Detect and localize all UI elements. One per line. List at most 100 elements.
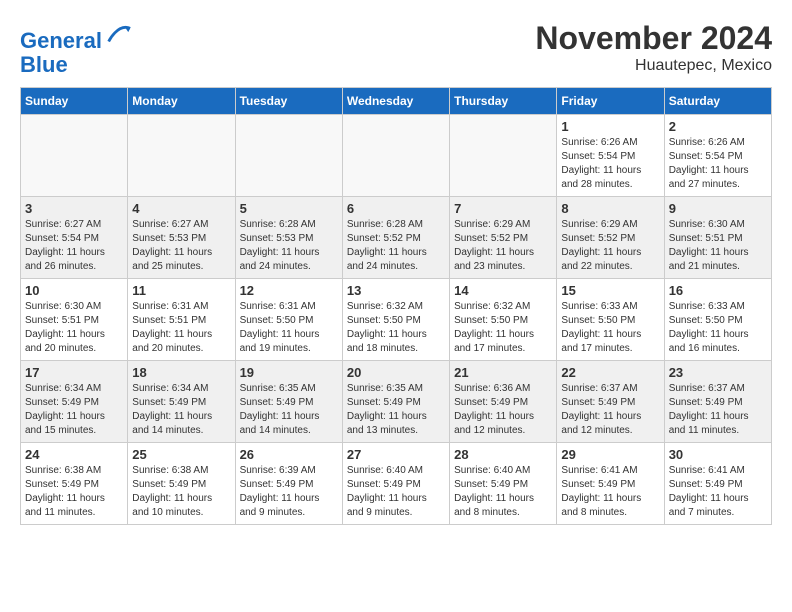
calendar-cell xyxy=(342,115,449,197)
calendar-cell: 6 Sunrise: 6:28 AM Sunset: 5:52 PM Daylig… xyxy=(342,197,449,279)
calendar-week-row: 10Sunrise: 6:30 AM Sunset: 5:51 PM Dayli… xyxy=(21,279,772,361)
day-info: Sunrise: 6:33 AM Sunset: 5:50 PM Dayligh… xyxy=(669,300,767,356)
calendar-cell: 3Sunrise: 6:27 AM Sunset: 5:54 PM Daylig… xyxy=(21,197,128,279)
day-info: Sunrise: 6:30 AM Sunset: 5:51 PM Dayligh… xyxy=(669,218,767,274)
calendar-cell: 5Sunrise: 6:28 AM Sunset: 5:53 PM Daylig… xyxy=(235,197,342,279)
calendar-cell: 13 Sunrise: 6:32 AM Sunset: 5:50 PM Dayli… xyxy=(342,279,449,361)
day-info: Sunrise: 6:29 AM Sunset: 5:52 PM Dayligh… xyxy=(561,218,659,274)
day-info: Sunrise: 6:26 AM Sunset: 5:54 PM Dayligh… xyxy=(561,136,659,192)
logo: General Blue xyxy=(20,20,132,77)
day-number: 26 xyxy=(240,447,338,462)
day-number: 9 xyxy=(669,201,767,216)
day-number: 8 xyxy=(561,201,659,216)
day-number: 11 xyxy=(132,283,230,298)
day-info: Sunrise: 6:34 AM Sunset: 5:49 PM Dayligh… xyxy=(25,382,123,438)
calendar-cell: 30 Sunrise: 6:41 AM Sunset: 5:49 PM Dayli… xyxy=(664,443,771,525)
day-number: 23 xyxy=(669,365,767,380)
day-number: 1 xyxy=(561,119,659,134)
calendar-cell: 11Sunrise: 6:31 AM Sunset: 5:51 PM Dayli… xyxy=(128,279,235,361)
calendar-cell: 26Sunrise: 6:39 AM Sunset: 5:49 PM Dayli… xyxy=(235,443,342,525)
weekday-header: Monday xyxy=(128,88,235,115)
calendar-cell: 25Sunrise: 6:38 AM Sunset: 5:49 PM Dayli… xyxy=(128,443,235,525)
title-block: November 2024 Huautepec, Mexico xyxy=(535,20,772,75)
calendar-cell: 24 Sunrise: 6:38 AM Sunset: 5:49 PM Dayli… xyxy=(21,443,128,525)
day-number: 16 xyxy=(669,283,767,298)
day-number: 29 xyxy=(561,447,659,462)
calendar-week-row: 24 Sunrise: 6:38 AM Sunset: 5:49 PM Dayli… xyxy=(21,443,772,525)
day-info: Sunrise: 6:35 AM Sunset: 5:49 PM Dayligh… xyxy=(240,382,338,438)
day-number: 30 xyxy=(669,447,767,462)
calendar-cell: 2Sunrise: 6:26 AM Sunset: 5:54 PM Daylig… xyxy=(664,115,771,197)
day-number: 6 xyxy=(347,201,445,216)
day-number: 12 xyxy=(240,283,338,298)
day-info: Sunrise: 6:32 AM Sunset: 5:50 PM Dayligh… xyxy=(454,300,552,356)
day-info: Sunrise: 6:36 AM Sunset: 5:49 PM Dayligh… xyxy=(454,382,552,438)
day-info: Sunrise: 6:35 AM Sunset: 5:49 PM Dayligh… xyxy=(347,382,445,438)
weekday-header: Friday xyxy=(557,88,664,115)
calendar-cell: 7 Sunrise: 6:29 AM Sunset: 5:52 PM Daylig… xyxy=(450,197,557,279)
calendar-cell: 1 Sunrise: 6:26 AM Sunset: 5:54 PM Daylig… xyxy=(557,115,664,197)
calendar-week-row: 17 Sunrise: 6:34 AM Sunset: 5:49 PM Dayli… xyxy=(21,361,772,443)
day-info: Sunrise: 6:33 AM Sunset: 5:50 PM Dayligh… xyxy=(561,300,659,356)
day-number: 17 xyxy=(25,365,123,380)
calendar-cell: 19 Sunrise: 6:35 AM Sunset: 5:49 PM Dayli… xyxy=(235,361,342,443)
day-info: Sunrise: 6:38 AM Sunset: 5:49 PM Dayligh… xyxy=(25,464,123,520)
day-info: Sunrise: 6:34 AM Sunset: 5:49 PM Dayligh… xyxy=(132,382,230,438)
day-number: 24 xyxy=(25,447,123,462)
logo-text: General xyxy=(20,20,132,53)
logo-icon xyxy=(104,20,132,48)
calendar-cell xyxy=(21,115,128,197)
day-number: 28 xyxy=(454,447,552,462)
day-info: Sunrise: 6:31 AM Sunset: 5:50 PM Dayligh… xyxy=(240,300,338,356)
weekday-header: Saturday xyxy=(664,88,771,115)
weekday-header: Wednesday xyxy=(342,88,449,115)
location-subtitle: Huautepec, Mexico xyxy=(535,57,772,75)
calendar-cell: 22 Sunrise: 6:37 AM Sunset: 5:49 PM Dayli… xyxy=(557,361,664,443)
logo-text-blue: Blue xyxy=(20,53,132,77)
day-info: Sunrise: 6:26 AM Sunset: 5:54 PM Dayligh… xyxy=(669,136,767,192)
weekday-header: Sunday xyxy=(21,88,128,115)
day-info: Sunrise: 6:40 AM Sunset: 5:49 PM Dayligh… xyxy=(454,464,552,520)
day-info: Sunrise: 6:27 AM Sunset: 5:54 PM Dayligh… xyxy=(25,218,123,274)
day-number: 27 xyxy=(347,447,445,462)
day-number: 13 xyxy=(347,283,445,298)
day-info: Sunrise: 6:32 AM Sunset: 5:50 PM Dayligh… xyxy=(347,300,445,356)
day-number: 19 xyxy=(240,365,338,380)
day-info: Sunrise: 6:37 AM Sunset: 5:49 PM Dayligh… xyxy=(561,382,659,438)
calendar-cell: 23Sunrise: 6:37 AM Sunset: 5:49 PM Dayli… xyxy=(664,361,771,443)
calendar-cell: 16 Sunrise: 6:33 AM Sunset: 5:50 PM Dayli… xyxy=(664,279,771,361)
calendar-cell: 20 Sunrise: 6:35 AM Sunset: 5:49 PM Dayli… xyxy=(342,361,449,443)
calendar-cell: 15 Sunrise: 6:33 AM Sunset: 5:50 PM Dayli… xyxy=(557,279,664,361)
day-number: 7 xyxy=(454,201,552,216)
day-number: 14 xyxy=(454,283,552,298)
calendar-cell: 17 Sunrise: 6:34 AM Sunset: 5:49 PM Dayli… xyxy=(21,361,128,443)
day-info: Sunrise: 6:38 AM Sunset: 5:49 PM Dayligh… xyxy=(132,464,230,520)
day-number: 21 xyxy=(454,365,552,380)
day-number: 18 xyxy=(132,365,230,380)
day-info: Sunrise: 6:29 AM Sunset: 5:52 PM Dayligh… xyxy=(454,218,552,274)
calendar-cell: 29 Sunrise: 6:41 AM Sunset: 5:49 PM Dayli… xyxy=(557,443,664,525)
calendar-cell: 10Sunrise: 6:30 AM Sunset: 5:51 PM Dayli… xyxy=(21,279,128,361)
day-info: Sunrise: 6:41 AM Sunset: 5:49 PM Dayligh… xyxy=(561,464,659,520)
day-number: 15 xyxy=(561,283,659,298)
calendar-cell: 9 Sunrise: 6:30 AM Sunset: 5:51 PM Daylig… xyxy=(664,197,771,279)
calendar-cell xyxy=(128,115,235,197)
weekday-header: Thursday xyxy=(450,88,557,115)
calendar-table: SundayMondayTuesdayWednesdayThursdayFrid… xyxy=(20,87,772,525)
day-number: 22 xyxy=(561,365,659,380)
day-number: 20 xyxy=(347,365,445,380)
calendar-cell: 4 Sunrise: 6:27 AM Sunset: 5:53 PM Daylig… xyxy=(128,197,235,279)
calendar-week-row: 3Sunrise: 6:27 AM Sunset: 5:54 PM Daylig… xyxy=(21,197,772,279)
day-info: Sunrise: 6:28 AM Sunset: 5:53 PM Dayligh… xyxy=(240,218,338,274)
calendar-cell: 21 Sunrise: 6:36 AM Sunset: 5:49 PM Dayli… xyxy=(450,361,557,443)
day-info: Sunrise: 6:28 AM Sunset: 5:52 PM Dayligh… xyxy=(347,218,445,274)
page-header: General Blue November 2024 Huautepec, Me… xyxy=(20,20,772,77)
month-title: November 2024 xyxy=(535,20,772,57)
day-info: Sunrise: 6:40 AM Sunset: 5:49 PM Dayligh… xyxy=(347,464,445,520)
day-info: Sunrise: 6:27 AM Sunset: 5:53 PM Dayligh… xyxy=(132,218,230,274)
day-info: Sunrise: 6:41 AM Sunset: 5:49 PM Dayligh… xyxy=(669,464,767,520)
weekday-header-row: SundayMondayTuesdayWednesdayThursdayFrid… xyxy=(21,88,772,115)
day-number: 4 xyxy=(132,201,230,216)
calendar-cell xyxy=(235,115,342,197)
weekday-header: Tuesday xyxy=(235,88,342,115)
